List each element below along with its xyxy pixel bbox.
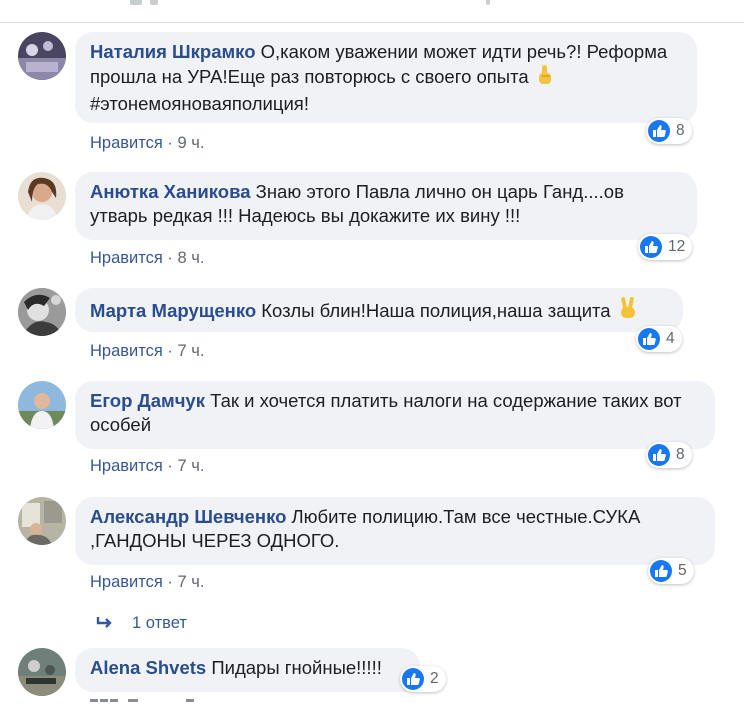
replies-count[interactable]: 1 ответ <box>132 614 187 632</box>
avatar[interactable] <box>18 497 66 545</box>
like-link[interactable]: Нравится <box>90 249 163 267</box>
truncated-text-fragment <box>130 0 142 5</box>
like-count: 8 <box>676 122 685 139</box>
comment-text: Козлы блин!Наша полиция,наша защита <box>256 300 611 321</box>
comment-actions: Нравится · 7 ч. <box>90 573 204 592</box>
view-replies-link[interactable]: 1 ответ <box>96 614 187 635</box>
comment-actions: Нравится · 8 ч. <box>90 249 204 268</box>
avatar[interactable] <box>18 172 66 220</box>
avatar[interactable] <box>18 288 66 336</box>
thumbs-up-icon <box>650 560 672 582</box>
like-link[interactable]: Нравится <box>90 573 163 591</box>
like-link[interactable]: Нравится <box>90 134 163 152</box>
comment-actions: Нравится · 9 ч. <box>90 134 204 153</box>
point-up-emoji <box>536 64 554 92</box>
comment-bubble: Егор Дамчук Так и хочется платить налоги… <box>75 381 715 449</box>
thumbs-up-icon <box>640 236 662 258</box>
comment-bubble: Наталия Шкрамко О,каком уважении может и… <box>75 32 697 123</box>
like-count: 12 <box>668 238 686 255</box>
comment-author[interactable]: Alena Shvets <box>90 657 206 678</box>
comment-time[interactable]: · 7 ч. <box>163 342 204 360</box>
like-count: 5 <box>678 562 687 579</box>
thumbs-up-icon <box>648 120 670 142</box>
avatar[interactable] <box>18 381 66 429</box>
cut-off-actions-row <box>90 699 230 706</box>
victory-hand-emoji <box>618 296 638 326</box>
comment-author[interactable]: Александр Шевченко <box>90 506 286 527</box>
comment-bubble: Марта Марущенко Козлы блин!Наша полиция,… <box>75 288 683 332</box>
comment-author[interactable]: Марта Марущенко <box>90 300 256 321</box>
comment-bubble: Анютка Ханикова Знаю этого Павла лично о… <box>75 172 697 240</box>
comment-text: Пидары гнойные!!!!! <box>206 657 382 678</box>
like-count-badge[interactable]: 5 <box>648 558 694 584</box>
avatar[interactable] <box>18 648 66 696</box>
comment-time[interactable]: · 9 ч. <box>163 134 204 152</box>
thumbs-up-icon <box>402 668 424 690</box>
comment-bubble: Александр Шевченко Любите полицию.Там вс… <box>75 497 715 565</box>
thumbs-up-icon <box>648 444 670 466</box>
like-link[interactable]: Нравится <box>90 342 163 360</box>
comment-time[interactable]: · 7 ч. <box>163 457 204 475</box>
comment-author[interactable]: Наталия Шкрамко <box>90 41 256 62</box>
comment-bubble: Alena Shvets Пидары гнойные!!!!! <box>75 648 420 692</box>
comment-time[interactable]: · 7 ч. <box>163 573 204 591</box>
truncated-text-fragment <box>150 0 158 5</box>
comment-actions: Нравится · 7 ч. <box>90 342 204 361</box>
like-link[interactable]: Нравится <box>90 457 163 475</box>
truncated-text-fragment <box>486 0 490 5</box>
like-count-badge[interactable]: 4 <box>636 326 682 352</box>
like-count-badge[interactable]: 2 <box>400 666 446 692</box>
top-divider <box>0 0 744 23</box>
like-count-badge[interactable]: 8 <box>646 442 692 468</box>
like-count: 8 <box>676 446 685 463</box>
comment-time[interactable]: · 8 ч. <box>163 249 204 267</box>
comment-author[interactable]: Егор Дамчук <box>90 390 205 411</box>
comment-actions: Нравится · 7 ч. <box>90 457 204 476</box>
avatar[interactable] <box>18 32 66 80</box>
comment-author[interactable]: Анютка Ханикова <box>90 181 251 202</box>
comment-hashtag[interactable]: #этонемояноваяполиция! <box>90 93 309 114</box>
reply-arrow-icon <box>96 616 114 635</box>
thumbs-up-icon <box>638 328 660 350</box>
like-count-badge[interactable]: 12 <box>638 234 693 260</box>
like-count: 2 <box>430 670 439 687</box>
like-count: 4 <box>666 330 675 347</box>
like-count-badge[interactable]: 8 <box>646 118 692 144</box>
